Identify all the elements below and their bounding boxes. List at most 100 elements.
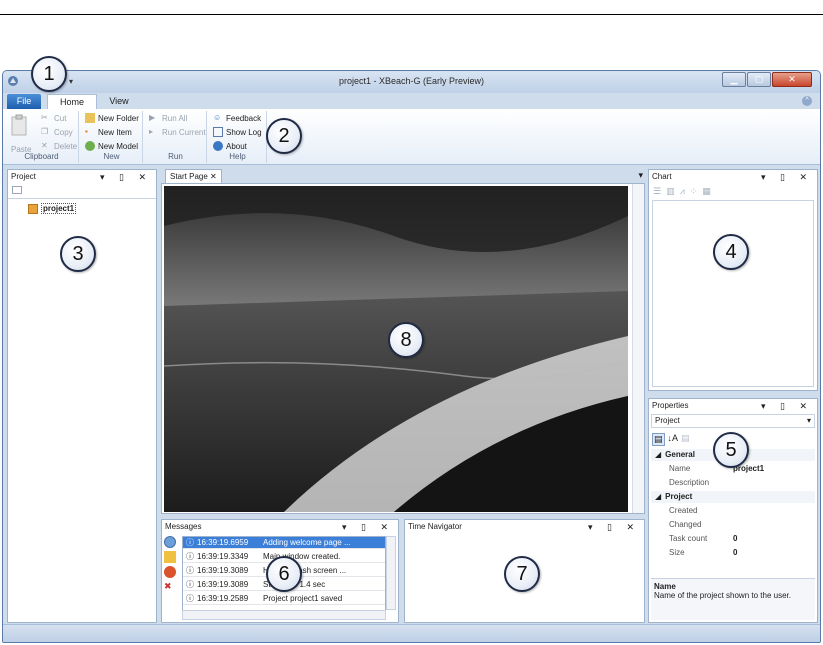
object-selector[interactable]: Project ▾ [651, 414, 815, 428]
chart-panel-title: Chart [652, 172, 672, 181]
expand-icon[interactable]: ◢ [655, 492, 661, 501]
info-icon: ⓘ [186, 552, 194, 561]
message-time: 16:39:19.3089 [197, 580, 249, 589]
property-row[interactable]: Created [651, 505, 815, 517]
property-category[interactable]: ◢ Project [651, 491, 815, 503]
message-text: Adding welcome page ... [263, 538, 351, 547]
expand-icon[interactable]: ◢ [655, 450, 661, 459]
close-tab-icon[interactable]: ✕ [210, 172, 217, 181]
run-all-button[interactable]: ▶ Run All [149, 113, 187, 123]
copy-button[interactable]: ❐ Copy [41, 127, 73, 137]
panel-buttons[interactable]: ▾ ▯ ✕ [588, 520, 640, 534]
collapse-all-icon[interactable] [12, 186, 22, 194]
panel-buttons[interactable]: ▾ ▯ ✕ [761, 399, 813, 413]
message-row[interactable]: ⓘ 16:39:19.2589 Project project1 saved [183, 593, 385, 605]
panel-buttons[interactable]: ▾ ▯ ✕ [100, 170, 152, 184]
ribbon: Paste ✂ Cut ❐ Copy ✕ Delete Clipboard New F… [3, 109, 820, 165]
delete-button[interactable]: ✕ Delete [41, 141, 77, 151]
chart-line-icon[interactable]: ⩘ [680, 186, 685, 197]
callout-3: 3 [60, 236, 96, 272]
messages-hscrollbar[interactable] [182, 610, 386, 620]
info-filter-icon[interactable] [164, 536, 176, 548]
property-row[interactable]: Task count 0 [651, 533, 815, 545]
close-window-button[interactable]: ✕ [772, 72, 812, 87]
copy-icon: ❐ [41, 127, 49, 136]
property-value[interactable]: 0 [733, 547, 737, 559]
new-item-button[interactable]: ▪ New Item [85, 127, 132, 137]
chart-export-icon[interactable]: ▦ [702, 186, 711, 197]
delete-icon: ✕ [41, 141, 48, 150]
maximize-button[interactable]: ▢ [747, 72, 771, 87]
tab-start-page[interactable]: Start Page ✕ [165, 169, 222, 183]
property-row[interactable]: Size 0 [651, 547, 815, 559]
callout-5: 5 [713, 432, 749, 468]
tab-home[interactable]: Home [47, 94, 97, 109]
tree-item-project1[interactable]: project1 [28, 203, 77, 214]
callout-2: 2 [266, 118, 302, 154]
about-button[interactable]: About [213, 141, 247, 151]
messages-panel-header: Messages ▾ ▯ ✕ [162, 520, 398, 534]
chart-scatter-icon[interactable]: ⁘ [690, 186, 698, 197]
feedback-button[interactable]: ☺ Feedback [213, 113, 261, 123]
time-navigator-title: Time Navigator [408, 522, 462, 531]
chart-menu-icon[interactable]: ☰ [653, 186, 661, 197]
chart-bar-icon[interactable]: ▥ [666, 186, 675, 197]
paste-icon[interactable] [9, 113, 29, 143]
info-icon: ⓘ [186, 566, 194, 575]
messages-scrollbar[interactable] [386, 536, 396, 610]
ribbon-help-icon[interactable]: ^ [802, 96, 812, 106]
message-time: 16:39:19.3349 [197, 552, 249, 561]
vertical-scrollbar[interactable] [632, 184, 644, 513]
chart-panel-header: Chart ▾ ▯ ✕ [649, 170, 817, 184]
property-row[interactable]: Changed [651, 519, 815, 531]
group-label-help: Help [229, 152, 246, 161]
folder-icon [85, 113, 95, 123]
tab-file[interactable]: File [7, 94, 41, 109]
property-name: Created [669, 506, 698, 515]
run-current-icon: ▸ [149, 127, 154, 136]
project-icon [28, 203, 38, 214]
message-row[interactable]: ⓘ 16:39:19.6959 Adding welcome page ... [183, 537, 385, 549]
minimize-button[interactable]: ▁ [722, 72, 746, 87]
copy-label: Copy [54, 127, 73, 137]
start-page-tab-label: Start Page [170, 172, 208, 181]
sort-alpha-icon[interactable]: ↓A [668, 433, 679, 446]
new-folder-button[interactable]: New Folder [85, 113, 139, 123]
cut-button[interactable]: ✂ Cut [41, 113, 66, 123]
warning-filter-icon[interactable] [164, 551, 176, 563]
show-log-button[interactable]: Show Log [213, 127, 262, 137]
run-all-label: Run All [162, 113, 188, 123]
title-bar: ▾ project1 - XBeach-G (Early Preview) ▁ … [3, 71, 820, 93]
clear-messages-icon[interactable]: ✖ [164, 581, 176, 593]
project-panel-header: Project ▾ ▯ ✕ [8, 170, 156, 184]
callout-7: 7 [504, 556, 540, 592]
new-model-button[interactable]: New Model [85, 141, 138, 151]
minimize-icon: ▁ [730, 74, 738, 84]
message-time: 16:39:19.6959 [197, 538, 249, 547]
property-name: Changed [669, 520, 702, 529]
delete-label: Delete [54, 141, 78, 151]
panel-buttons[interactable]: ▾ ▯ ✕ [761, 170, 813, 184]
group-clipboard: Paste ✂ Cut ❐ Copy ✕ Delete Clipboard [5, 111, 79, 163]
ribbon-tabs: File Home View ^ [3, 93, 820, 109]
property-row[interactable]: Description [651, 477, 815, 489]
error-filter-icon[interactable] [164, 566, 176, 578]
run-current-button[interactable]: ▸ Run Current [149, 127, 206, 137]
category-label: General [665, 450, 695, 459]
message-time: 16:39:19.2589 [197, 594, 249, 603]
group-help: ☺ Feedback Show Log About Help [209, 111, 267, 163]
property-pages-icon[interactable]: ▤ [681, 433, 690, 446]
categorized-icon[interactable]: ▤ [652, 433, 665, 446]
properties-toolbar: ▤ ↓A ▤ [652, 433, 690, 446]
tab-view[interactable]: View [103, 94, 135, 109]
callout-8: 8 [388, 322, 424, 358]
caption-buttons: ▁ ▢ ✕ [721, 72, 812, 87]
document-list-icon[interactable]: ▾ [638, 170, 643, 181]
property-value[interactable]: 0 [733, 533, 737, 545]
chart-panel: Chart ▾ ▯ ✕ ☰ ▥ ⩘ ⁘ ▦ [648, 169, 818, 391]
info-icon [213, 141, 223, 151]
category-label: Project [665, 492, 693, 501]
messages-panel-title: Messages [165, 522, 202, 531]
tree-item-label: project1 [41, 203, 77, 214]
panel-buttons[interactable]: ▾ ▯ ✕ [342, 520, 394, 534]
